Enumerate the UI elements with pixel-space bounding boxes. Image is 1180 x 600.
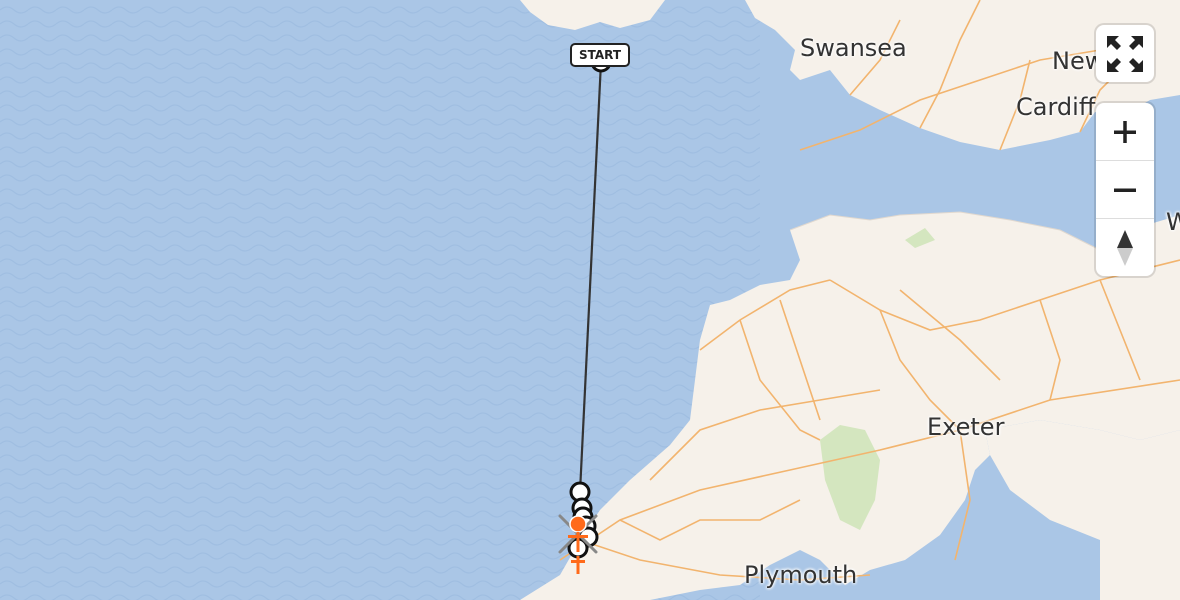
compass-button[interactable] <box>1096 218 1154 276</box>
city-label-plymouth: Plymouth <box>744 561 858 589</box>
fullscreen-control <box>1096 25 1154 82</box>
zoom-in-button[interactable] <box>1096 103 1154 160</box>
route-start-label: START <box>570 43 630 67</box>
map-canvas[interactable] <box>0 0 1180 600</box>
city-label-cardiff: Cardiff <box>1016 93 1096 121</box>
fullscreen-icon <box>1107 35 1143 72</box>
minus-icon <box>1114 188 1136 192</box>
city-label-partial: W <box>1166 208 1180 236</box>
compass-icon <box>1117 229 1133 266</box>
zoom-out-button[interactable] <box>1096 160 1154 218</box>
plus-icon <box>1114 120 1136 143</box>
city-label-exeter: Exeter <box>927 413 1005 441</box>
fullscreen-button[interactable] <box>1096 25 1154 82</box>
city-label-swansea: Swansea <box>800 34 907 62</box>
zoom-control-group <box>1096 103 1154 276</box>
